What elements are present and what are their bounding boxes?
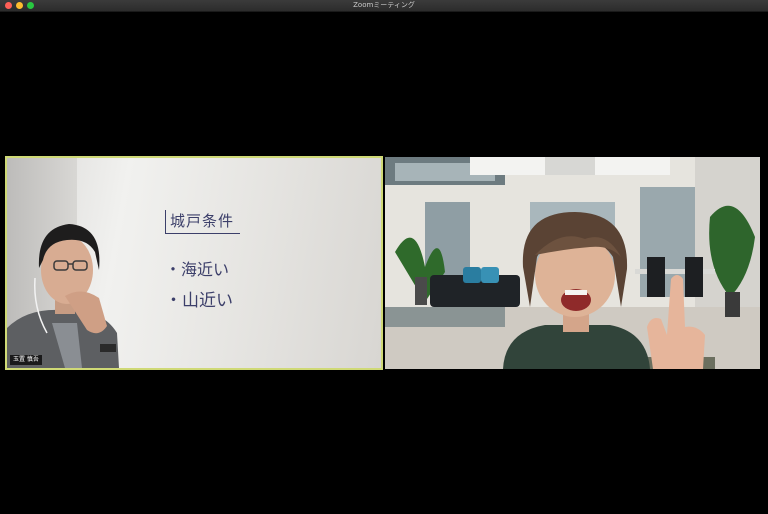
video-tile-participant-2[interactable] (385, 157, 760, 369)
window-title: Zoomミーティング (353, 1, 415, 9)
title-bar: Zoomミーティング (0, 0, 768, 12)
participant-2-video (385, 157, 760, 369)
video-tile-participant-1[interactable]: 城戸条件 ・海近い ・山近い 玉置 慎吾 (5, 156, 383, 370)
participant-1-video (7, 224, 119, 368)
participant-name-tag: 玉置 慎吾 (10, 355, 42, 365)
